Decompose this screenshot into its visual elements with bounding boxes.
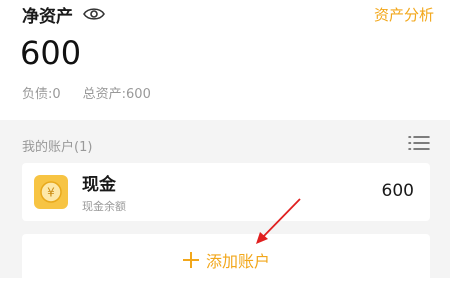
- eye-icon[interactable]: [83, 6, 105, 22]
- assets-summary: 负债:0 总资产:600: [22, 83, 151, 102]
- plus-icon: [182, 252, 199, 268]
- page-title: 净资产: [22, 6, 73, 27]
- net-assets-value: 600: [20, 34, 82, 72]
- list-menu-icon[interactable]: [408, 134, 430, 152]
- coin-symbol: ¥: [47, 186, 55, 200]
- account-name: 现金: [82, 175, 116, 195]
- liabilities-text: 负债:0: [22, 87, 61, 102]
- add-account-label: 添加账户: [205, 252, 270, 271]
- asset-analysis-link[interactable]: 资产分析: [374, 4, 434, 25]
- my-accounts-section: 我的账户(1) ¥ 现金 现金余额 600 添加账户: [0, 120, 450, 284]
- total-assets-text: 总资产:600: [82, 87, 151, 102]
- account-subtitle: 现金余额: [82, 200, 126, 213]
- title-row: 净资产: [22, 2, 105, 27]
- add-account-button[interactable]: 添加账户: [22, 234, 430, 284]
- account-balance: 600: [381, 181, 414, 201]
- my-accounts-heading: 我的账户(1): [22, 140, 93, 155]
- cash-coin-icon: ¥: [34, 175, 68, 209]
- net-assets-header: 净资产 资产分析 600 负债:0 总资产:600: [0, 0, 450, 120]
- add-account-content: 添加账户: [22, 248, 430, 272]
- account-card-cash[interactable]: ¥ 现金 现金余额 600: [22, 163, 430, 221]
